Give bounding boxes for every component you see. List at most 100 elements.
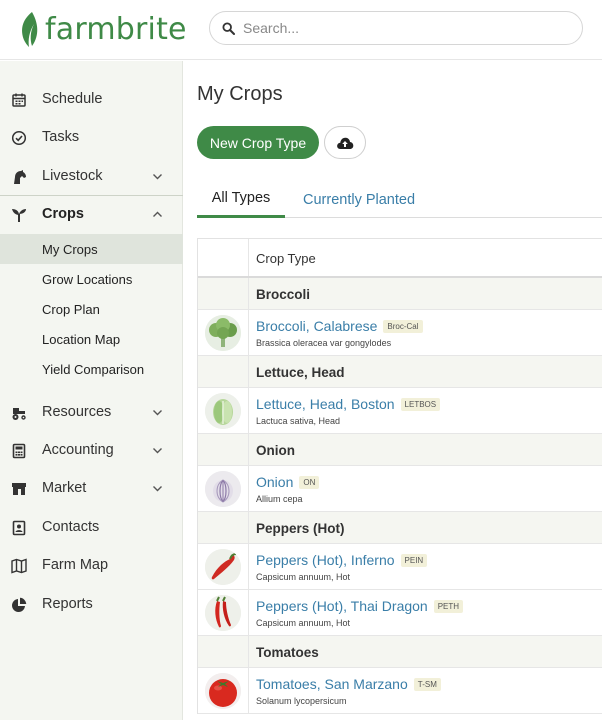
broccoli-thumbnail xyxy=(205,315,241,351)
crop-name-link[interactable]: Tomatoes, San Marzano T-SM xyxy=(256,676,441,692)
pepper-thumbnail xyxy=(205,549,241,585)
group-row: Peppers (Hot) xyxy=(198,512,602,544)
sidebar-item-reports[interactable]: Reports xyxy=(0,588,183,620)
address-book-icon xyxy=(10,519,27,536)
tab-all-types[interactable]: All Types xyxy=(197,181,285,218)
chevron-down-icon xyxy=(153,410,162,416)
upload-button[interactable] xyxy=(324,126,366,159)
group-image-cell xyxy=(198,512,249,543)
image-cell xyxy=(198,590,249,635)
sidebar-subitem-label: My Crops xyxy=(42,241,98,257)
sidebar-item-accounting[interactable]: Accounting xyxy=(0,434,183,466)
chevron-up-icon xyxy=(153,211,162,217)
tab-bar: All Types Currently Planted xyxy=(197,181,602,218)
crop-code-badge: PEIN xyxy=(400,553,428,567)
main-content: My Crops New Crop Type All Types Current… xyxy=(184,61,602,720)
sidebar-subitem-crop-plan[interactable]: Crop Plan xyxy=(0,294,183,324)
table-row[interactable]: Broccoli, Calabrese Broc-Cal Brassica ole… xyxy=(198,310,602,356)
sidebar-subitem-label: Grow Locations xyxy=(42,271,133,287)
store-icon xyxy=(10,480,27,497)
sidebar-item-resources[interactable]: Resources xyxy=(0,396,183,428)
crop-name-link[interactable]: Lettuce, Head, Boston LETBOS xyxy=(256,396,441,412)
table-row[interactable]: Peppers (Hot), Inferno PEIN Capsicum annu… xyxy=(198,544,602,590)
group-label: Peppers (Hot) xyxy=(256,521,345,536)
scientific-name: Solanum lycopersicum xyxy=(256,696,347,706)
chevron-down-icon xyxy=(153,486,162,492)
sidebar-subitem-grow-locations[interactable]: Grow Locations xyxy=(0,264,183,294)
sidebar-item-livestock[interactable]: Livestock xyxy=(0,160,183,192)
group-label: Lettuce, Head xyxy=(256,365,345,380)
sidebar-subitem-label: Location Map xyxy=(42,331,121,347)
page-title: My Crops xyxy=(197,83,283,105)
crop-name-link[interactable]: Onion ON xyxy=(256,474,320,490)
group-image-cell xyxy=(198,278,249,309)
crop-name-link[interactable]: Broccoli, Calabrese Broc-Cal xyxy=(256,318,423,334)
logo[interactable]: farmbrite xyxy=(18,8,187,50)
scientific-name: Brassica oleracea var gongylodes xyxy=(256,338,392,348)
table-row[interactable]: Lettuce, Head, Boston LETBOS Lactuca sati… xyxy=(198,388,602,434)
group-row: Lettuce, Head xyxy=(198,356,602,388)
crop-name-link[interactable]: Peppers (Hot), Inferno PEIN xyxy=(256,552,428,568)
sidebar-subitem-label: Crop Plan xyxy=(42,301,100,317)
sidebar-item-label: Crops xyxy=(42,206,84,222)
sidebar-subitem-yield-comparison[interactable]: Yield Comparison xyxy=(0,354,183,384)
sidebar-item-contacts[interactable]: Contacts xyxy=(0,511,183,543)
crop-name-link[interactable]: Peppers (Hot), Thai Dragon PETH xyxy=(256,598,464,614)
chevron-down-icon xyxy=(153,448,162,454)
sidebar-item-label: Livestock xyxy=(42,168,103,184)
sidebar-item-label: Resources xyxy=(42,404,112,420)
table-row[interactable]: Onion ON Allium cepa xyxy=(198,466,602,512)
group-label: Broccoli xyxy=(256,287,311,302)
image-cell xyxy=(198,544,249,589)
image-column-header xyxy=(198,239,249,276)
new-crop-type-button[interactable]: New Crop Type xyxy=(197,126,319,159)
divider xyxy=(0,195,183,196)
group-image-cell xyxy=(198,434,249,465)
scientific-name: Allium cepa xyxy=(256,494,303,504)
sidebar-item-market[interactable]: Market xyxy=(0,472,183,504)
crop-code-badge: ON xyxy=(299,475,320,489)
crop-code-badge: PETH xyxy=(433,599,464,613)
image-cell xyxy=(198,310,249,355)
search-input[interactable] xyxy=(243,20,543,36)
group-image-cell xyxy=(198,356,249,387)
lettuce-thumbnail xyxy=(205,393,241,429)
sidebar-item-label: Contacts xyxy=(42,519,100,535)
search-box[interactable] xyxy=(209,11,583,45)
sidebar-item-crops[interactable]: Crops xyxy=(0,198,183,230)
image-cell xyxy=(198,388,249,433)
sidebar-item-tasks[interactable]: Tasks xyxy=(0,121,183,153)
crop-code-badge: T-SM xyxy=(413,677,441,691)
sidebar-item-schedule[interactable]: Schedule xyxy=(0,83,183,115)
cloud-upload-icon xyxy=(337,137,354,149)
check-circle-icon xyxy=(10,129,27,146)
table-row[interactable]: Peppers (Hot), Thai Dragon PETH Capsicum … xyxy=(198,590,602,636)
group-row: Broccoli xyxy=(198,278,602,310)
seedling-icon xyxy=(10,206,27,223)
group-label: Onion xyxy=(256,443,295,458)
image-cell xyxy=(198,668,249,713)
sidebar-item-farm-map[interactable]: Farm Map xyxy=(0,549,183,581)
tractor-icon xyxy=(10,404,27,421)
table-row[interactable]: Tomatoes, San Marzano T-SM Solanum lycope… xyxy=(198,668,602,714)
sidebar-item-label: Tasks xyxy=(42,129,80,145)
sidebar: Schedule Tasks Livestock Crops My Crops … xyxy=(0,61,183,720)
sidebar-subitem-label: Yield Comparison xyxy=(42,361,145,377)
scientific-name: Capsicum annuum, Hot xyxy=(256,618,351,628)
tab-currently-planted[interactable]: Currently Planted xyxy=(303,181,415,218)
group-label: Tomatoes xyxy=(256,645,319,660)
leaf-logo-icon xyxy=(22,12,38,47)
sidebar-item-label: Farm Map xyxy=(42,557,109,573)
map-icon xyxy=(10,557,27,574)
tomato-thumbnail xyxy=(205,673,241,709)
pepper-thumbnail xyxy=(205,595,241,631)
top-bar: farmbrite xyxy=(0,0,602,60)
sidebar-subitem-location-map[interactable]: Location Map xyxy=(0,324,183,354)
sidebar-subitem-my-crops[interactable]: My Crops xyxy=(0,234,183,264)
group-row: Tomatoes xyxy=(198,636,602,668)
column-header-crop-type[interactable]: Crop Type xyxy=(256,251,316,266)
calculator-icon xyxy=(10,442,27,459)
group-image-cell xyxy=(198,636,249,667)
image-cell xyxy=(198,466,249,511)
sidebar-item-label: Market xyxy=(42,480,87,496)
